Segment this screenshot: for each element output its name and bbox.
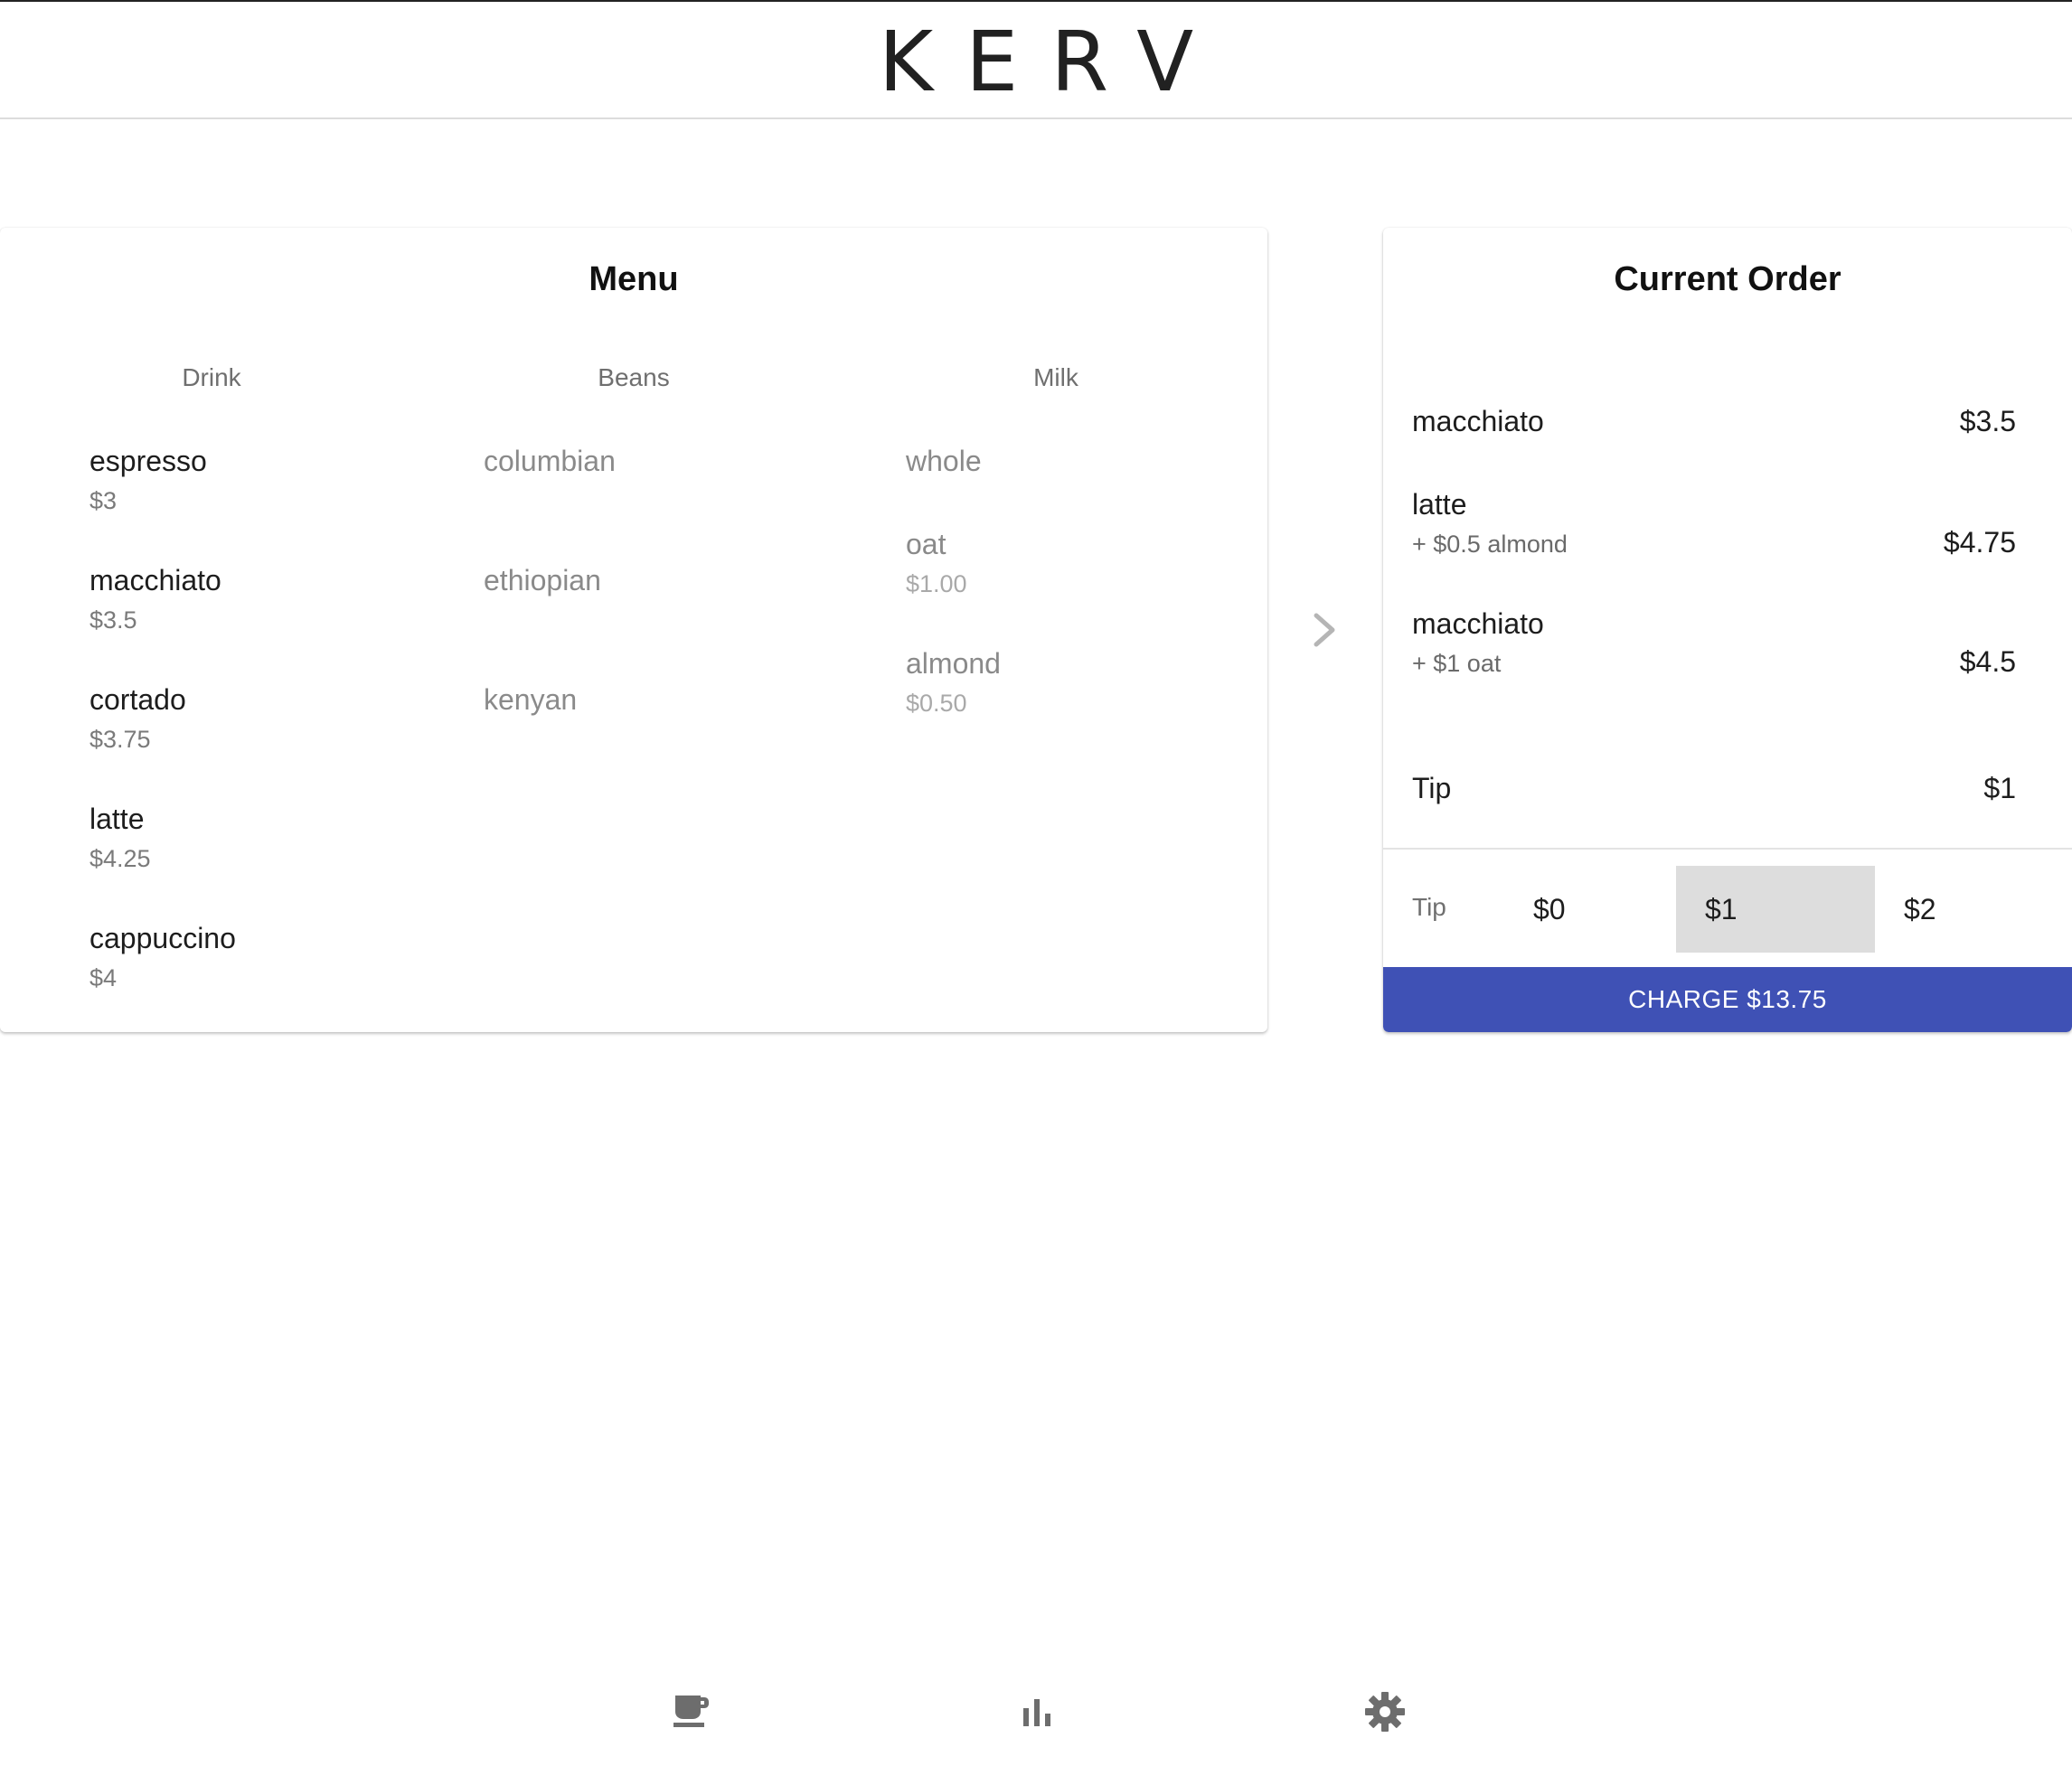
drink-name: latte xyxy=(89,803,145,835)
milk-price: $1.00 xyxy=(906,570,967,597)
app-header: KERV xyxy=(0,2,2072,119)
drink-name: espresso xyxy=(89,445,207,477)
drink-column-header: Drink xyxy=(182,363,241,391)
drink-item-macchiato[interactable]: macchiato $3.5 xyxy=(89,562,221,636)
charge-button[interactable]: CHARGE $13.75 xyxy=(1383,967,2072,1032)
milk-item-almond[interactable]: almond $0.50 xyxy=(906,645,1001,719)
bean-name: kenyan xyxy=(484,683,578,716)
tip-summary-row: Tip $1 xyxy=(1412,770,2016,806)
drink-item-cappuccino[interactable]: cappuccino $4 xyxy=(89,920,236,994)
order-item-price: $4.75 xyxy=(1943,526,2016,559)
app-logo: KERV xyxy=(878,14,1227,110)
tip-option-1[interactable]: $1 xyxy=(1676,866,1875,953)
bean-name: columbian xyxy=(484,445,616,477)
chevron-right-icon[interactable] xyxy=(1309,610,1342,650)
drink-name: macchiato xyxy=(89,564,221,596)
order-item[interactable]: macchiato + $1 oat $4.5 xyxy=(1412,606,2016,680)
tip-summary-value: $1 xyxy=(1983,772,2016,804)
drink-price: $4.25 xyxy=(89,845,151,872)
milk-name: oat xyxy=(906,528,947,560)
order-item-name: latte xyxy=(1412,488,1467,521)
divider xyxy=(1383,848,2072,850)
order-item-name: macchiato xyxy=(1412,607,1544,640)
drink-price: $3.75 xyxy=(89,726,151,753)
order-item[interactable]: macchiato $3.5 xyxy=(1412,403,2016,439)
bar-chart-icon[interactable] xyxy=(1016,1690,1060,1733)
tip-option-0[interactable]: $0 xyxy=(1504,866,1703,953)
drink-price: $3.5 xyxy=(89,606,137,634)
gear-icon[interactable] xyxy=(1363,1690,1407,1733)
milk-name: almond xyxy=(906,647,1001,680)
milk-column-header: Milk xyxy=(1033,363,1078,391)
milk-name: whole xyxy=(906,445,982,477)
drink-item-latte[interactable]: latte $4.25 xyxy=(89,801,151,875)
milk-item-whole[interactable]: whole xyxy=(906,443,982,479)
drink-item-espresso[interactable]: espresso $3 xyxy=(89,443,207,517)
milk-price: $0.50 xyxy=(906,690,967,717)
tip-summary-label: Tip xyxy=(1412,772,1452,804)
bean-item-columbian[interactable]: columbian xyxy=(484,443,616,479)
order-item-addon: + $1 oat xyxy=(1412,650,1502,677)
bean-item-ethiopian[interactable]: ethiopian xyxy=(484,562,601,598)
drink-name: cortado xyxy=(89,683,186,716)
order-item-addon: + $0.5 almond xyxy=(1412,531,1568,558)
tip-selector-label: Tip xyxy=(1412,893,1446,921)
current-order-card: Current Order macchiato $3.5 latte + $0.… xyxy=(1383,228,2072,1032)
menu-card: Menu Drink Beans Milk espresso $3 macchi… xyxy=(0,228,1267,1032)
drink-item-cortado[interactable]: cortado $3.75 xyxy=(89,681,186,756)
menu-title: Menu xyxy=(589,260,679,298)
coffee-cup-icon[interactable] xyxy=(670,1690,713,1733)
order-title: Current Order xyxy=(1614,260,1841,298)
milk-item-oat[interactable]: oat $1.00 xyxy=(906,526,967,600)
tip-option-2[interactable]: $2 xyxy=(1875,866,2072,953)
bean-name: ethiopian xyxy=(484,564,601,596)
order-item-price: $4.5 xyxy=(1959,645,2016,678)
drink-price: $4 xyxy=(89,964,118,991)
drink-price: $3 xyxy=(89,487,118,514)
order-item-name: macchiato xyxy=(1412,405,1544,437)
beans-column-header: Beans xyxy=(598,363,670,391)
order-item[interactable]: latte + $0.5 almond $4.75 xyxy=(1412,486,2016,560)
drink-name: cappuccino xyxy=(89,922,236,954)
bean-item-kenyan[interactable]: kenyan xyxy=(484,681,577,718)
order-item-price: $3.5 xyxy=(1959,405,2016,437)
